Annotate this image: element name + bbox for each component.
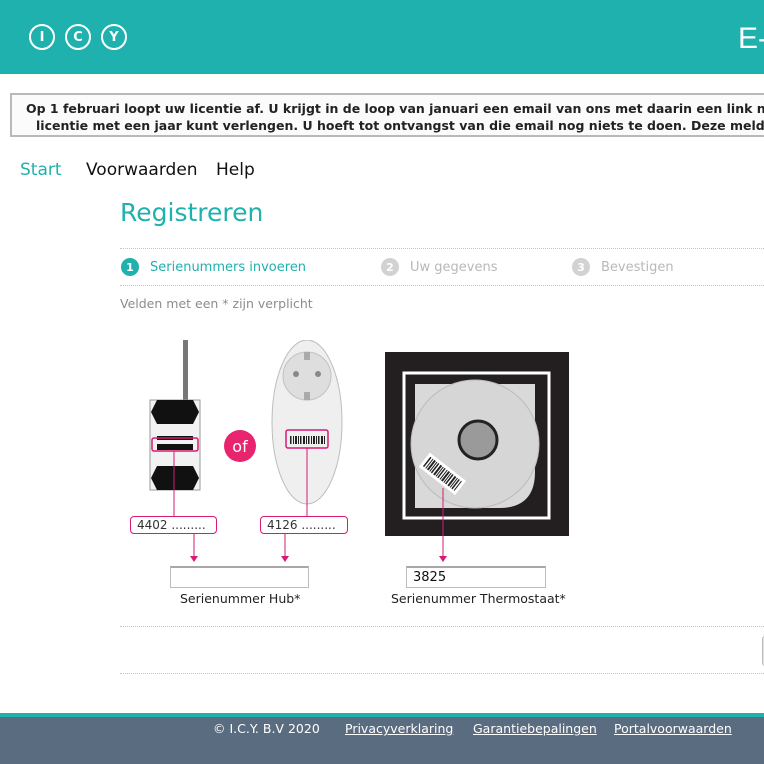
step-1-number: 1 — [121, 258, 139, 276]
divider — [120, 285, 764, 286]
hub-device-icon — [149, 340, 201, 520]
arrow-down-icon — [439, 488, 447, 562]
required-note: Velden met een * zijn verplicht — [120, 296, 313, 311]
footer-link-privacy[interactable]: Privacyverklaring — [345, 721, 453, 736]
divider — [120, 673, 764, 674]
hub-serial-input[interactable] — [170, 566, 309, 588]
divider — [120, 248, 764, 249]
step-3-label: Bevestigen — [601, 260, 674, 275]
plug-device-icon — [271, 340, 343, 520]
step-2-number: 2 — [381, 258, 399, 276]
nav-voorwaarden[interactable]: Voorwaarden — [86, 160, 198, 180]
license-notice: Op 1 februari loopt uw licentie af. U kr… — [10, 93, 764, 137]
thermostat-serial-input[interactable] — [406, 566, 546, 588]
arrow-down-icon — [281, 534, 289, 562]
arrow-down-icon — [190, 534, 198, 562]
footer-copyright: © I.C.Y. B.V 2020 — [213, 721, 320, 736]
nav-start[interactable]: Start — [20, 160, 62, 180]
header-title: E- — [738, 22, 764, 55]
or-badge: of — [224, 430, 256, 462]
header: I C Y E- — [0, 0, 764, 74]
footer-link-portal-terms[interactable]: Portalvoorwaarden — [614, 721, 732, 736]
page-title: Registreren — [120, 198, 264, 227]
divider — [120, 626, 764, 627]
logo-letter-c: C — [65, 24, 91, 50]
plug-code-box: 4126 ......... — [260, 516, 348, 534]
nav-help[interactable]: Help — [216, 160, 255, 180]
hub-serial-label: Serienummer Hub* — [180, 591, 301, 606]
notice-line-2: licentie met een jaar kunt verlengen. U … — [36, 118, 764, 133]
footer-link-warranty[interactable]: Garantiebepalingen — [473, 721, 597, 736]
thermostat-serial-label: Serienummer Thermostaat* — [391, 591, 566, 606]
notice-line-1: Op 1 februari loopt uw licentie af. U kr… — [26, 101, 764, 116]
logo-letter-y: Y — [101, 24, 127, 50]
footer: © I.C.Y. B.V 2020 Privacyverklaring Gara… — [0, 717, 764, 764]
hub-code-box: 4402 ......... — [130, 516, 217, 534]
thermostat-device-icon — [385, 352, 569, 536]
step-3-number: 3 — [572, 258, 590, 276]
logo-letter-i: I — [29, 24, 55, 50]
step-2-label: Uw gegevens — [410, 260, 498, 275]
step-1-label: Serienummers invoeren — [150, 260, 307, 275]
